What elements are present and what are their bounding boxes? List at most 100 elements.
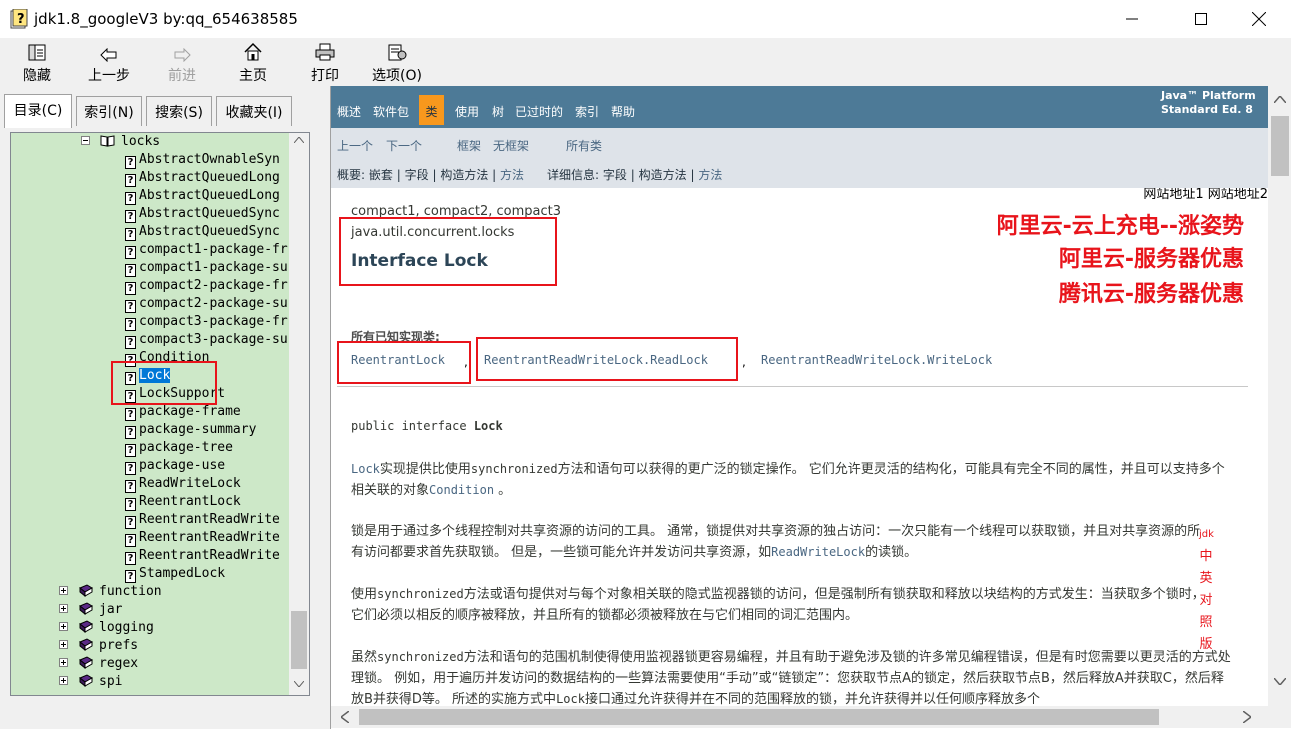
help-topic-icon: ? [125,462,136,475]
tree-item[interactable]: ? package-summary [125,421,256,439]
content-vertical-scrollbar[interactable] [1268,86,1291,706]
scroll-up-icon[interactable] [294,137,304,143]
tree-item[interactable]: ? AbstractQueuedSync [125,205,280,223]
window-title: jdk1.8_googleV3 by:qq_654638585 [34,10,298,28]
home-button[interactable]: 主页 [232,40,274,84]
content-scroll-thumb[interactable] [1271,116,1289,176]
tree-item[interactable]: ? AbstractQueuedSync [125,223,280,241]
ad-link-2[interactable]: 阿里云-服务器优惠 [1059,241,1244,273]
tree-scroll-thumb[interactable] [291,611,307,669]
tree-item[interactable]: ? ReentrantReadWrite [125,547,280,565]
all-classes-link[interactable]: 所有类 [566,137,602,154]
expand-icon[interactable] [59,604,68,613]
forward-button[interactable]: 前进 [160,40,204,84]
jdk-bilingual-tag[interactable]: jdk 中英对照版 [1199,524,1214,656]
tree-item[interactable]: ? compact2-package-su [125,295,288,313]
scroll-down-icon[interactable] [294,681,304,687]
tree-item[interactable]: ? package-tree [125,439,233,457]
nav-use[interactable]: 使用 [455,103,479,120]
hide-button[interactable]: 隐藏 [14,40,60,84]
tree-item[interactable]: ? ReentrantReadWrite [125,511,280,529]
summary-method-link[interactable]: 方法 [500,168,524,182]
tree-item-label: ReentrantReadWrite [139,530,280,545]
back-label: 上一步 [88,68,130,84]
tree-item[interactable]: ? AbstractQueuedLong [125,187,280,205]
tree-item[interactable]: ? compact1-package-fr [125,241,288,259]
nav-tree[interactable]: 树 [492,103,504,120]
detail-label: 详细信息: [547,168,600,182]
close-button[interactable] [1236,0,1282,38]
tree-package[interactable]: jar [59,601,122,619]
nav-index[interactable]: 索引 [575,103,599,120]
tree-package[interactable]: function [59,583,162,601]
tree-item[interactable]: ? compact2-package-fr [125,277,288,295]
condition-link[interactable]: Condition [429,483,494,497]
tree-package-label: spi [99,674,123,689]
divider [337,386,1248,387]
back-button[interactable]: 上一步 [82,40,136,84]
content-hscroll-thumb[interactable] [359,709,1159,725]
tab-favorites[interactable]: 收藏夹(I) [216,96,292,126]
nav-overview[interactable]: 概述 [337,103,361,120]
options-button[interactable]: 选项(O) [366,40,428,84]
tab-index[interactable]: 索引(N) [76,96,142,126]
expand-icon[interactable] [59,586,68,595]
expand-icon[interactable] [59,622,68,631]
tree-item[interactable]: ? ReadWriteLock [125,475,241,493]
tree-package[interactable]: regex [59,655,138,673]
tree-package[interactable]: logging [59,619,154,637]
tree-item-label: AbstractQueuedSync [139,206,280,221]
minimize-button[interactable] [1109,0,1155,38]
tree-item[interactable]: ? compact3-package-su [125,331,288,349]
detail-method-link[interactable]: 方法 [698,168,722,182]
tree-item[interactable]: ? compact3-package-fr [125,313,288,331]
nav-help[interactable]: 帮助 [611,103,635,120]
summary-field: 字段 [404,168,429,182]
tree-item[interactable]: ? package-frame [125,403,241,421]
site-links[interactable]: 网站地址1 网站地址2 [1143,188,1268,202]
scroll-left-icon[interactable] [341,711,349,723]
tree-item[interactable]: ? AbstractOwnableSyn [125,151,280,169]
impl-writelock-link[interactable]: ReentrantReadWriteLock.WriteLock [761,353,992,367]
collapse-icon[interactable] [81,136,90,145]
tree-item[interactable]: ? AbstractQueuedLong [125,169,280,187]
ad-link-3[interactable]: 腾讯云-服务器优惠 [1059,276,1244,308]
expand-icon[interactable] [59,658,68,667]
prev-class-link[interactable]: 上一个 [337,137,373,154]
maximize-icon [1195,13,1207,25]
tree-folder-locks[interactable]: locks [81,133,160,151]
tree-item[interactable]: ? compact1-package-su [125,259,288,277]
scroll-down-icon[interactable] [1274,678,1286,685]
summary-label: 概要: [337,168,366,182]
ad-link-1[interactable]: 阿里云-云上充电--涨姿势 [997,208,1244,240]
frames-link[interactable]: 框架 [457,137,481,154]
readwritelock-link[interactable]: ReadWriteLock [771,545,865,559]
tab-search[interactable]: 搜索(S) [146,96,212,126]
tree-scrollbar[interactable] [289,133,309,695]
maximize-button[interactable] [1178,0,1224,38]
print-button[interactable]: 打印 [304,40,346,84]
tree-item[interactable]: ? ReentrantReadWrite [125,529,280,547]
help-topic-icon: ? [125,480,136,493]
no-frames-link[interactable]: 无框架 [493,137,529,154]
help-topic-icon: ? [125,300,136,313]
tree-package[interactable]: prefs [59,637,138,655]
next-class-link[interactable]: 下一个 [386,137,422,154]
content-horizontal-scrollbar[interactable] [331,706,1268,728]
scroll-right-icon[interactable] [1243,711,1251,723]
tree-package[interactable]: spi [59,673,122,691]
tag-char: 对 [1199,593,1213,608]
text: 虽然 [351,650,378,665]
tree-item[interactable]: ? StampedLock [125,565,225,583]
nav-deprecated[interactable]: 已过时的 [515,103,563,120]
tree-item[interactable]: ? package-use [125,457,225,475]
nav-package[interactable]: 软件包 [373,103,409,120]
expand-icon[interactable] [59,676,68,685]
expand-icon[interactable] [59,640,68,649]
tab-contents[interactable]: 目录(C) [4,94,72,128]
svg-text:?: ? [17,12,25,27]
tree-item-label: ReadWriteLock [139,476,241,491]
tree-item[interactable]: ? ReentrantLock [125,493,241,511]
text: 。 [494,483,512,498]
scroll-up-icon[interactable] [1274,96,1286,103]
